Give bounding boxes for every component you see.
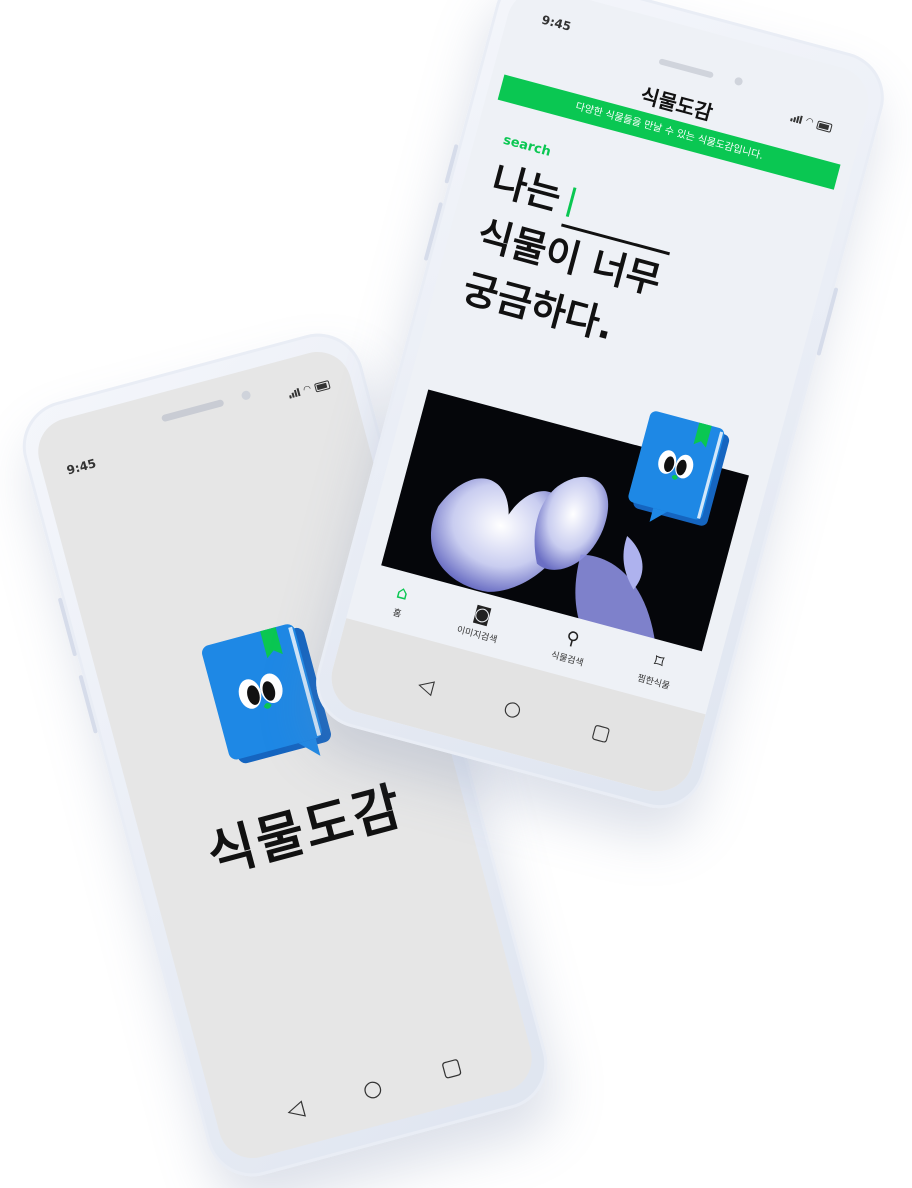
tab-label: 홈 <box>391 607 403 620</box>
square-recent-icon[interactable]: ▢ <box>438 1053 465 1083</box>
power-button <box>816 287 839 356</box>
tab-favorites[interactable]: ⌑ 찜한식물 <box>636 649 677 691</box>
triangle-back-icon[interactable]: ◁ <box>416 671 437 698</box>
battery-icon <box>313 379 331 393</box>
circle-home-icon[interactable]: ○ <box>360 1075 385 1104</box>
volume-button <box>57 597 78 657</box>
status-time: 9:45 <box>540 12 573 34</box>
tab-image-search[interactable]: ◙ 이미지검색 <box>455 601 505 646</box>
volume-button <box>78 674 98 734</box>
tab-label: 찜한식물 <box>636 673 671 692</box>
bookmark-icon: ⌑ <box>651 650 667 673</box>
square-recent-icon[interactable]: ▢ <box>589 718 613 746</box>
main-screen: 9:45 ◠ 식물도감 다양한 식물들을 만날 수 있는 식물도감입니다. se… <box>323 0 877 800</box>
search-icon: ⚲ <box>563 626 582 651</box>
status-icons: ◠ <box>288 379 331 399</box>
volume-button <box>423 201 444 261</box>
status-time: 9:45 <box>65 456 98 478</box>
system-nav-bar: ◁ ○ ▢ <box>216 1035 533 1142</box>
text-cursor <box>565 187 577 217</box>
triangle-back-icon[interactable]: ◁ <box>284 1096 307 1125</box>
signal-icon <box>288 387 301 399</box>
tab-plant-search[interactable]: ⚲ 식물검색 <box>549 626 591 669</box>
headline: 나는 식물이 너무 궁금하다. <box>457 152 684 363</box>
volume-button <box>444 144 459 184</box>
circle-home-icon[interactable]: ○ <box>501 694 524 722</box>
front-camera <box>240 389 252 401</box>
speaker-grille <box>160 398 225 423</box>
camera-icon: ◙ <box>471 601 494 627</box>
tab-label: 이미지검색 <box>455 624 499 646</box>
tab-label: 식물검색 <box>549 650 585 669</box>
speaker-grille <box>658 58 715 79</box>
main-phone: 9:45 ◠ 식물도감 다양한 식물들을 만날 수 있는 식물도감입니다. se… <box>305 0 895 819</box>
tab-home[interactable]: ⌂ 홈 <box>390 581 411 620</box>
wifi-icon: ◠ <box>302 383 313 396</box>
front-camera <box>733 76 744 87</box>
home-icon: ⌂ <box>394 581 411 605</box>
splash-app-name: 식물도감 <box>201 776 410 887</box>
